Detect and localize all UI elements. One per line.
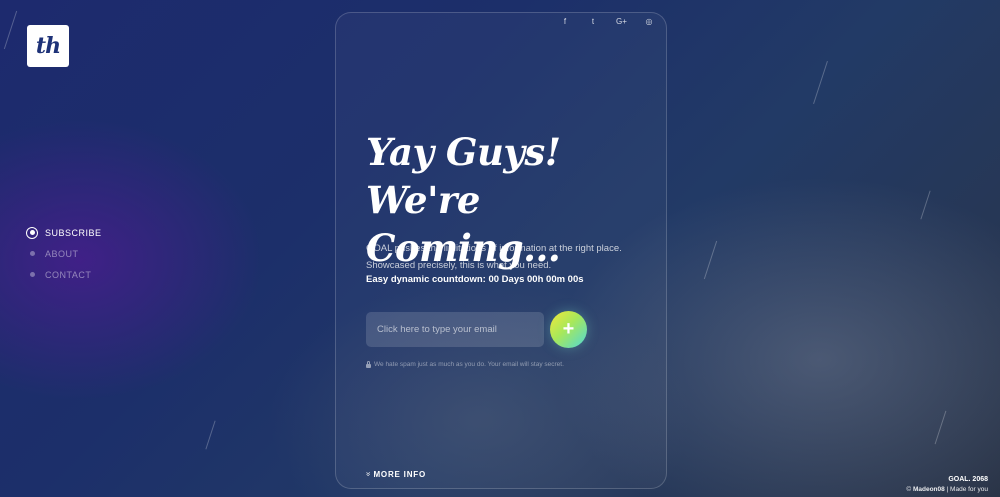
light-streak [813, 60, 828, 105]
nav-item-about[interactable]: ABOUT [26, 243, 102, 264]
subscribe-button[interactable]: + [550, 311, 587, 348]
logo-text: th [35, 33, 61, 59]
instagram-icon[interactable]: ◎ [644, 17, 654, 27]
spam-note-text: We hate spam just as much as you do. You… [374, 361, 564, 368]
nav-dot-icon [26, 269, 38, 281]
light-streak [934, 410, 947, 445]
twitter-icon[interactable]: t [588, 17, 598, 27]
site-logo[interactable]: th [27, 25, 69, 67]
footer-copyright: © Madeon08 | Made for you [906, 486, 988, 493]
headline-line-1: Yay Guys! [366, 130, 561, 174]
google-plus-icon[interactable]: G+ [616, 17, 627, 27]
light-streak [205, 420, 216, 450]
footer-brand: GOAL. 2068 [948, 476, 988, 483]
more-info-label: MORE INFO [373, 469, 426, 479]
countdown-text: Easy dynamic countdown: 00 Days 00h 00m … [366, 274, 584, 285]
facebook-icon[interactable]: f [560, 17, 570, 27]
lock-icon [366, 360, 371, 368]
nav-item-contact[interactable]: CONTACT [26, 264, 102, 285]
nav-label: CONTACT [45, 269, 92, 280]
social-links: f t G+ ◎ [560, 17, 654, 27]
light-streak [703, 240, 718, 280]
nav-label: SUBSCRIBE [45, 227, 102, 238]
nav-active-dot-icon [26, 226, 38, 239]
copyright-suffix: | Made for you [944, 486, 988, 493]
nav-item-subscribe[interactable]: SUBSCRIBE [26, 222, 102, 243]
chevron-down-icon: » [364, 471, 374, 477]
hero-description: GOAL pushes the limitations of informati… [366, 243, 622, 271]
light-streak [920, 190, 931, 220]
copyright-prefix: © [906, 486, 913, 493]
email-input[interactable] [366, 312, 544, 347]
nav-dot-icon [26, 248, 38, 260]
spam-note: We hate spam just as much as you do. You… [366, 360, 564, 368]
nav-label: ABOUT [45, 248, 79, 259]
light-streak [3, 10, 18, 50]
author-link[interactable]: Madeon08 [913, 486, 945, 493]
more-info-link[interactable]: » MORE INFO [364, 469, 426, 479]
side-nav: SUBSCRIBE ABOUT CONTACT [26, 222, 102, 285]
